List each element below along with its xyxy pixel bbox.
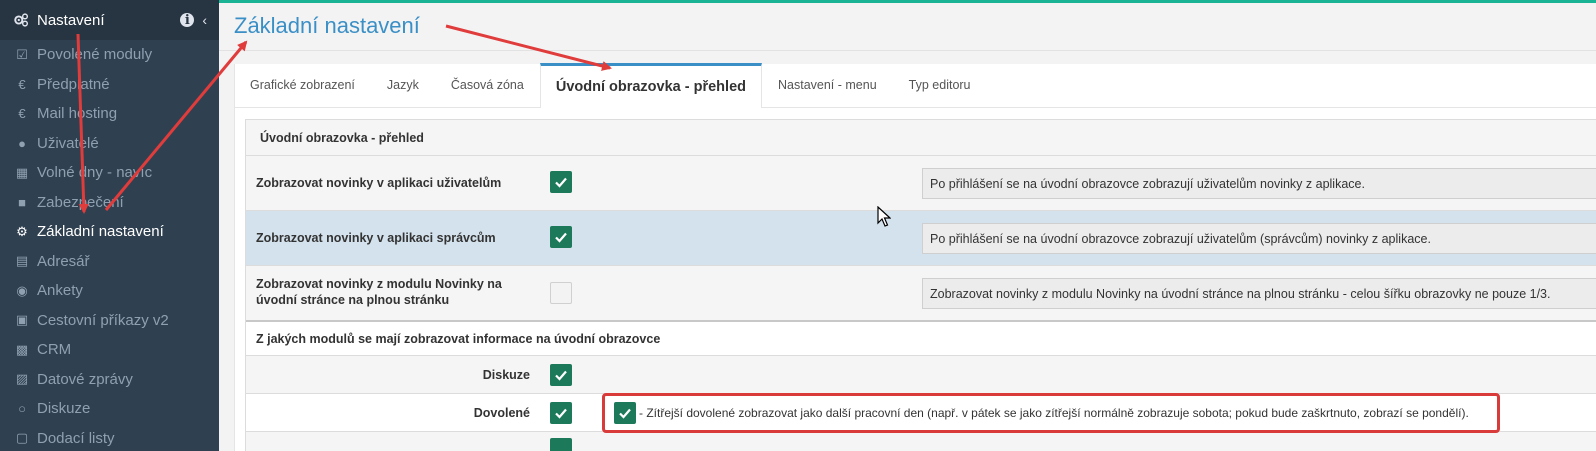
- module-row: [246, 432, 1596, 451]
- sidebar-item-label: Datové zprávy: [37, 370, 133, 388]
- building-icon: ▩: [15, 341, 29, 357]
- setting-label: Zobrazovat novinky v aplikaci správcům: [256, 231, 496, 245]
- sidebar-item-label: Volné dny - navíc: [37, 164, 153, 182]
- sidebar-header-label: Nastavení: [37, 11, 105, 29]
- module-label: Diskuze: [482, 368, 530, 382]
- page-title: Základní nastavení: [234, 13, 420, 38]
- bullseye-icon: ◉: [16, 282, 28, 298]
- tab-casova-zona[interactable]: Časová zóna: [435, 63, 540, 107]
- check-icon: [555, 408, 567, 419]
- sidebar-item-label: Uživatelé: [37, 134, 99, 152]
- setting-description: Po přihlášení se na úvodní obrazovce zob…: [922, 223, 1596, 254]
- sidebar-header[interactable]: Nastavení i ‹: [0, 0, 219, 40]
- settings-row: Zobrazovat novinky z modulu Novinky na ú…: [246, 266, 1596, 322]
- tab-uvodni-obrazovka[interactable]: Úvodní obrazovka - přehled: [539, 63, 762, 108]
- sidebar-item-ankety[interactable]: ◉ Ankety: [0, 276, 219, 306]
- sidebar: Nastavení i ‹ ☑ Povolené moduly € Předplat…: [0, 0, 219, 451]
- sidebar-item-predplatne[interactable]: € Předplatné: [0, 70, 219, 100]
- sidebar-item-label: CRM: [37, 341, 72, 359]
- sidebar-item-label: Ankety: [37, 282, 83, 300]
- book-icon: ▤: [15, 253, 29, 269]
- check-icon: [555, 370, 567, 381]
- panel-title: Úvodní obrazovka - přehled: [246, 120, 1596, 156]
- sidebar-item-crm[interactable]: ▩ CRM: [0, 335, 219, 365]
- tab-nastaveni-menu[interactable]: Nastavení - menu: [762, 63, 893, 107]
- sidebar-item-label: Povolené moduly: [37, 46, 153, 64]
- check-square-icon: ☑: [16, 46, 28, 62]
- checkbox-modul-next[interactable]: [550, 438, 572, 451]
- sidebar-item-diskuze[interactable]: ○ Diskuze: [0, 394, 219, 424]
- bus-icon: ▣: [15, 312, 29, 328]
- check-icon: [555, 232, 567, 243]
- setting-description: Zobrazovat novinky z modulu Novinky na ú…: [922, 278, 1596, 309]
- tab-bar: Grafické zobrazení Jazyk Časová zóna Úvo…: [235, 63, 1596, 108]
- sidebar-item-volne-dny[interactable]: ▦ Volné dny - navíc: [0, 158, 219, 188]
- sidebar-item-label: Mail hosting: [37, 105, 118, 123]
- info-icon[interactable]: i: [180, 13, 195, 28]
- mouse-cursor-icon: [877, 206, 891, 227]
- module-label: Dovolené: [473, 406, 530, 420]
- sidebar-item-datove-zpravy[interactable]: ▨ Datové zprávy: [0, 365, 219, 395]
- checkbox-novinky-uzivatelum[interactable]: [550, 171, 572, 193]
- modules-section-title: Z jakých modulů se mají zobrazovat infor…: [246, 322, 1596, 356]
- sidebar-item-label: Adresář: [37, 252, 90, 270]
- annotation-highlight-box: [602, 393, 1500, 433]
- checkbox-modul-diskuze[interactable]: [550, 364, 572, 386]
- sidebar-item-cestovni-prikazy[interactable]: ▣ Cestovní příkazy v2: [0, 306, 219, 336]
- settings-row: Zobrazovat novinky v aplikaci správcům P…: [246, 211, 1596, 266]
- tab-jazyk[interactable]: Jazyk: [371, 63, 435, 107]
- euro-icon: €: [18, 76, 26, 92]
- inbox-icon: ▨: [15, 371, 29, 387]
- sidebar-item-label: Diskuze: [37, 400, 91, 418]
- users-icon: ●: [18, 135, 26, 151]
- gears-icon: [13, 11, 31, 29]
- sidebar-item-label: Cestovní příkazy v2: [37, 311, 169, 329]
- tab-graficke-zobrazeni[interactable]: Grafické zobrazení: [235, 63, 371, 107]
- sidebar-item-label: Zabezpečení: [37, 193, 124, 211]
- checkbox-modul-dovolene[interactable]: [550, 402, 572, 424]
- truck-icon: ▢: [15, 430, 29, 446]
- setting-label-line2: úvodní stránce na plnou stránku: [256, 293, 450, 307]
- sidebar-item-povolene-moduly[interactable]: ☑ Povolené moduly: [0, 40, 219, 70]
- setting-label: Zobrazovat novinky z modulu Novinky na ú…: [256, 276, 502, 308]
- tab-typ-editoru[interactable]: Typ editoru: [893, 63, 987, 107]
- sidebar-item-dodaci-listy[interactable]: ▢ Dodací listy: [0, 424, 219, 451]
- lock-icon: ■: [18, 194, 26, 210]
- checkbox-novinky-plna-stranka[interactable]: [550, 282, 572, 304]
- calendar-icon: ▦: [15, 164, 29, 180]
- sidebar-item-label: Dodací listy: [37, 429, 115, 447]
- sidebar-item-adresar[interactable]: ▤ Adresář: [0, 247, 219, 277]
- comments-icon: ○: [18, 401, 26, 417]
- sidebar-item-zakladni-nastaveni[interactable]: ⚙ Základní nastavení: [0, 217, 219, 247]
- chevron-left-icon[interactable]: ‹: [202, 12, 207, 28]
- sidebar-item-label: Základní nastavení: [37, 223, 164, 241]
- setting-description: Po přihlášení se na úvodní obrazovce zob…: [922, 168, 1596, 199]
- checkbox-novinky-spravcum[interactable]: [550, 226, 572, 248]
- page-header: Základní nastavení: [219, 3, 1596, 51]
- gears-icon: ⚙: [16, 223, 28, 239]
- settings-row: Zobrazovat novinky v aplikaci uživatelům…: [246, 156, 1596, 211]
- sidebar-item-label: Předplatné: [37, 75, 110, 93]
- module-row: Diskuze: [246, 356, 1596, 394]
- setting-label-line1: Zobrazovat novinky z modulu Novinky na: [256, 277, 502, 291]
- sidebar-item-zabezpeceni[interactable]: ■ Zabezpečení: [0, 188, 219, 218]
- sidebar-item-uzivatele[interactable]: ● Uživatelé: [0, 129, 219, 159]
- sidebar-item-mail-hosting[interactable]: € Mail hosting: [0, 99, 219, 129]
- setting-label: Zobrazovat novinky v aplikaci uživatelům: [256, 176, 502, 190]
- euro-icon: €: [18, 106, 26, 122]
- check-icon: [555, 177, 567, 188]
